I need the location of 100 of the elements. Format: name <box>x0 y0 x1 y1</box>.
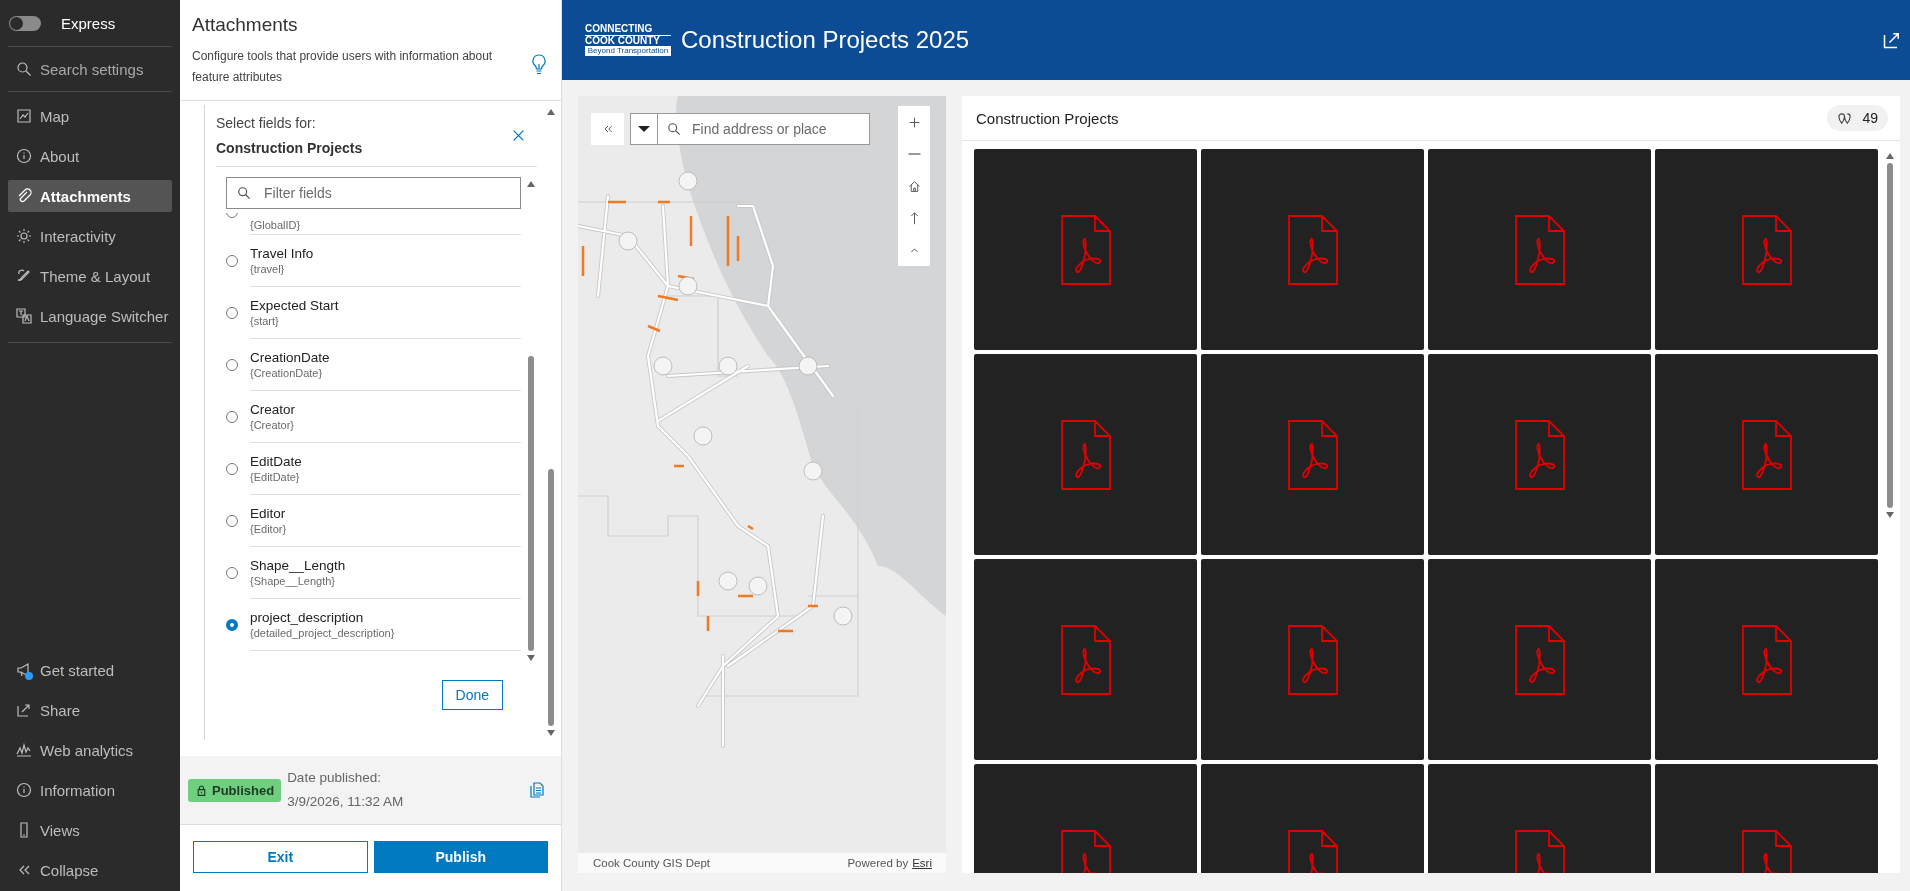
megaphone-icon <box>16 662 32 678</box>
picker-heading: Select fields for: <box>216 115 317 131</box>
pdf-file-icon <box>1287 419 1338 490</box>
brush-icon <box>16 268 32 284</box>
panel-title: Attachments <box>192 14 299 36</box>
field-option[interactable]: Shape__Length {Shape__Length} <box>226 547 521 599</box>
field-name: Expected Start <box>250 298 340 313</box>
attachment-tile[interactable] <box>1428 559 1651 760</box>
nav-item[interactable]: Collapse <box>8 854 172 886</box>
toggle-label: Express <box>61 14 116 32</box>
attachment-tile[interactable] <box>1655 559 1878 760</box>
radio-button[interactable] <box>226 515 238 527</box>
field-option[interactable]: CreationDate {CreationDate} <box>226 339 521 391</box>
count-badge: 49 <box>1827 105 1888 131</box>
express-toggle[interactable] <box>9 15 41 31</box>
powered-by: Powered by <box>847 857 909 869</box>
search-icon <box>16 61 32 77</box>
lang-icon <box>16 308 32 324</box>
field-name: Travel Info <box>250 246 315 261</box>
radio-button[interactable] <box>226 307 238 319</box>
pdf-file-icon <box>1287 214 1338 285</box>
attachment-tile[interactable] <box>974 354 1197 555</box>
panel-description: Configure tools that provide users with information about feature attributes <box>192 48 494 86</box>
share-icon <box>16 702 32 718</box>
nav-item[interactable]: Map <box>8 100 172 132</box>
collapse-button[interactable] <box>591 113 624 145</box>
close-icon[interactable] <box>512 129 525 142</box>
clip-icon <box>16 188 32 204</box>
copy-icon[interactable] <box>529 782 545 798</box>
done-button[interactable]: Done <box>441 680 503 710</box>
pdf-file-icon <box>1514 214 1565 285</box>
field-key: {Shape__Length} <box>250 575 521 587</box>
radio-button[interactable] <box>226 255 238 267</box>
share-icon[interactable] <box>1882 30 1902 50</box>
attachment-tile[interactable] <box>1655 354 1878 555</box>
lightbulb-icon[interactable] <box>531 54 547 76</box>
date-label: Date published: <box>287 769 382 787</box>
pdf-file-icon <box>1060 624 1111 695</box>
field-key: {Creator} <box>250 419 521 431</box>
attachment-tile[interactable] <box>1655 149 1878 350</box>
field-option[interactable]: project_description {detailed_project_description} <box>226 599 521 651</box>
nav-item[interactable]: Attachments <box>8 180 172 212</box>
map-attribution: Cook County GIS Dept <box>593 857 710 869</box>
pdf-file-icon <box>1287 624 1338 695</box>
attachment-tile[interactable] <box>974 559 1197 760</box>
radio-button[interactable] <box>226 359 238 371</box>
field-name: CreationDate <box>250 350 331 365</box>
field-option[interactable]: Travel Info {travel} <box>226 235 521 287</box>
pdf-file-icon <box>1514 624 1565 695</box>
radio-button[interactable] <box>226 463 238 475</box>
exit-button[interactable]: Exit <box>193 841 368 873</box>
field-option[interactable]: {GlobalID} <box>226 213 521 235</box>
lock-icon <box>195 783 208 797</box>
attachment-tile[interactable] <box>1428 354 1651 555</box>
field-key: {CreationDate} <box>250 367 521 379</box>
field-key: {GlobalID} <box>250 218 521 231</box>
dropdown-button[interactable] <box>630 113 657 145</box>
nav-item[interactable]: Share <box>8 694 172 726</box>
home-icon <box>907 179 921 193</box>
pdf-file-icon <box>1741 419 1792 490</box>
field-option[interactable]: Creator {Creator} <box>226 391 521 443</box>
publish-date: 3/9/2026, 11:32 AM <box>287 793 405 811</box>
radio-button[interactable] <box>226 567 238 579</box>
field-key: {Editor} <box>250 523 521 535</box>
nav-item[interactable]: Interactivity <box>8 220 172 252</box>
map-icon <box>16 108 32 124</box>
features-icon <box>1837 110 1853 126</box>
pdf-file-icon <box>1514 419 1565 490</box>
nav-item[interactable]: Theme & Layout <box>8 260 172 292</box>
field-name: Shape__Length <box>250 558 347 573</box>
chart-icon <box>16 742 32 758</box>
field-name: Creator <box>250 402 296 417</box>
search-icon <box>237 186 251 200</box>
attachment-tile[interactable] <box>1201 354 1424 555</box>
nav-item[interactable]: Web analytics <box>8 734 172 766</box>
nav-item[interactable]: About <box>8 140 172 172</box>
esri-link[interactable]: Esri <box>912 857 932 869</box>
field-option[interactable]: EditDate {EditDate} <box>226 443 521 495</box>
map-search-field[interactable]: Find address or place <box>657 113 870 145</box>
field-name: Editor <box>250 506 287 521</box>
field-name: project_description <box>250 610 365 625</box>
nav-item[interactable]: Information <box>8 774 172 806</box>
plus-icon <box>907 115 921 129</box>
attachment-tile[interactable] <box>1201 149 1424 350</box>
nav-item[interactable]: Language Switcher <box>8 300 172 332</box>
attachment-tile[interactable] <box>974 149 1197 350</box>
search-field[interactable]: Search settings <box>40 60 172 78</box>
info-icon <box>16 782 32 798</box>
publish-button[interactable]: Publish <box>373 841 548 873</box>
radio-button[interactable] <box>226 619 238 631</box>
filter-field[interactable]: Filter fields <box>226 177 521 209</box>
pdf-file-icon <box>1060 214 1111 285</box>
nav-item[interactable]: Get started <box>8 654 172 686</box>
field-option[interactable]: Editor {Editor} <box>226 495 521 547</box>
published-badge: Published <box>188 778 282 802</box>
attachment-tile[interactable] <box>1428 149 1651 350</box>
radio-button[interactable] <box>226 411 238 423</box>
attachment-tile[interactable] <box>1201 559 1424 760</box>
field-option[interactable]: Expected Start {start} <box>226 287 521 339</box>
nav-item[interactable]: Views <box>8 814 172 846</box>
